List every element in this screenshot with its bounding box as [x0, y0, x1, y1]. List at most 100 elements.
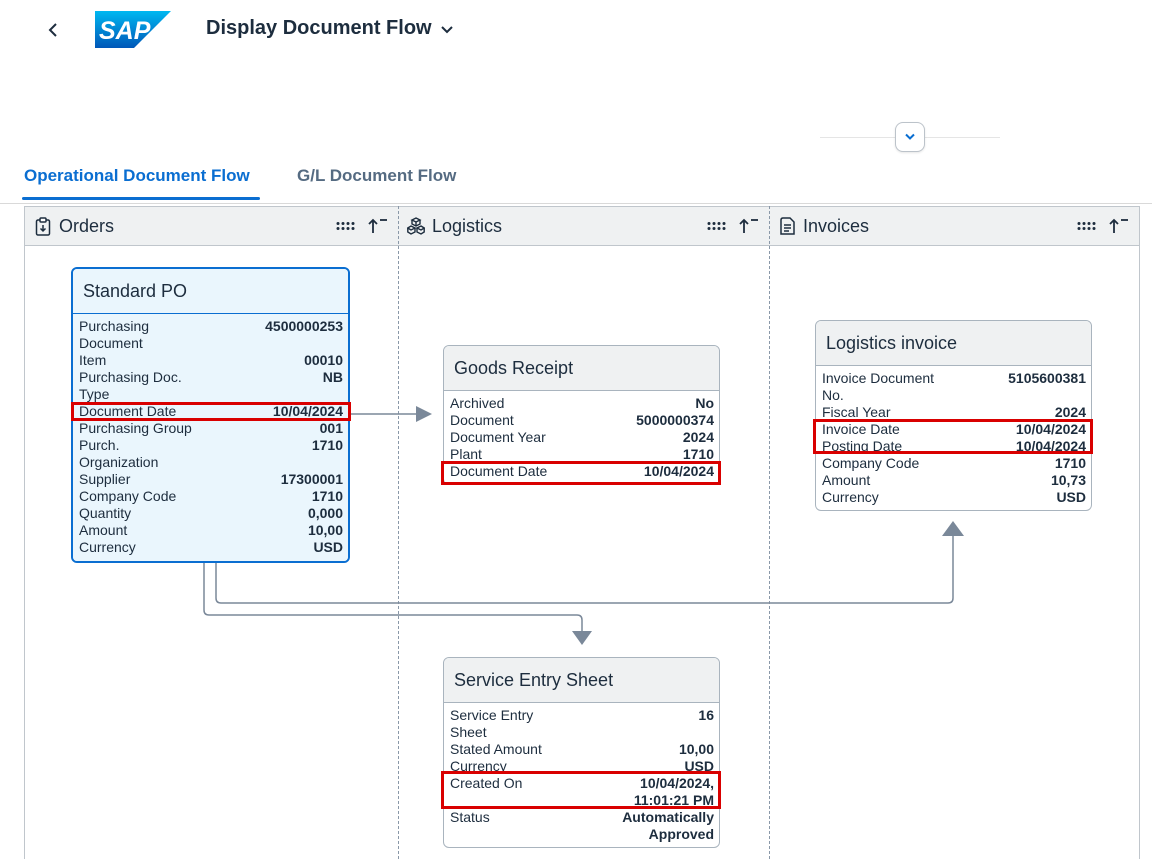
detail-label: Plant: [450, 446, 482, 462]
tab-bar-divider: [0, 203, 1152, 204]
detail-row: Purch. Organization 1710: [79, 437, 343, 471]
node-details: Archived No Document 5000000374 Document Y…: [444, 391, 719, 484]
detail-value: 17300001: [280, 471, 343, 487]
sort-ascending-icon[interactable]: [366, 217, 388, 235]
detail-label: Amount: [79, 522, 128, 538]
node-title: Standard PO: [73, 269, 348, 314]
lane-header-invoices: Invoices: [769, 206, 1139, 246]
node-goods-receipt[interactable]: Goods Receipt Archived No Document 5000000…: [443, 345, 720, 485]
detail-value: 10,00: [307, 522, 343, 538]
detail-row: Invoice Document No. 5105600381: [822, 370, 1086, 404]
detail-label: Purch. Organization: [79, 437, 159, 470]
detail-value: 10/04/2024: [272, 403, 343, 419]
detail-label: Quantity: [79, 505, 132, 521]
detail-value: USD: [684, 758, 714, 774]
detail-row: Service Entry Sheet 16: [450, 707, 714, 741]
detail-value: 10,73: [1050, 472, 1086, 488]
lane-title: Orders: [59, 215, 115, 236]
detail-label: Fiscal Year: [822, 404, 891, 420]
lane-header-logistics: Logistics: [398, 206, 769, 246]
lane-divider: [398, 206, 399, 859]
detail-row: Status Automatically Approved: [450, 809, 714, 843]
back-button[interactable]: [40, 17, 66, 43]
detail-label: Document: [450, 412, 514, 428]
detail-row: Amount 10,73: [822, 472, 1086, 489]
detail-row: Fiscal Year 2024: [822, 404, 1086, 421]
detail-label: Document Date: [79, 403, 177, 419]
detail-row: Stated Amount 10,00: [450, 741, 714, 758]
node-service-entry-sheet[interactable]: Service Entry Sheet Service Entry Sheet 1…: [443, 657, 720, 848]
detail-value: 00010: [304, 352, 343, 368]
lane-title: Logistics: [432, 215, 503, 236]
detail-row: Archived No: [450, 395, 714, 412]
lane-title: Invoices: [803, 215, 870, 236]
detail-row: Company Code 1710: [79, 488, 343, 505]
detail-value: 4500000253: [265, 318, 343, 334]
detail-row: Created On 10/04/2024, 11:01:21 PM: [450, 775, 714, 809]
detail-value: 1710: [311, 488, 343, 504]
detail-value: 2024: [1054, 404, 1086, 420]
grip-icon[interactable]: [1077, 221, 1097, 231]
detail-row: Document Year 2024: [450, 429, 714, 446]
detail-label: Invoice Date: [822, 421, 900, 437]
tab-operational-document-flow[interactable]: Operational Document Flow: [24, 166, 250, 186]
detail-row: Purchasing Document 4500000253: [79, 318, 343, 352]
detail-row: Supplier 17300001: [79, 471, 343, 488]
detail-value: USD: [313, 539, 343, 555]
detail-value: 10/04/2024: [643, 463, 714, 479]
detail-label: Currency: [79, 539, 136, 555]
node-details: Invoice Document No. 5105600381 Fiscal Ye…: [816, 366, 1091, 510]
detail-label: Currency: [450, 758, 507, 774]
expand-header-button[interactable]: [895, 122, 925, 152]
node-title: Logistics invoice: [816, 321, 1091, 366]
detail-label: Supplier: [79, 471, 131, 487]
detail-row: Invoice Date 10/04/2024: [822, 421, 1086, 438]
document-icon: [778, 216, 796, 236]
detail-row: Amount 10,00: [79, 522, 343, 539]
node-logistics-invoice[interactable]: Logistics invoice Invoice Document No. 51…: [815, 320, 1092, 511]
detail-label: Company Code: [79, 488, 177, 504]
tab-gl-document-flow[interactable]: G/L Document Flow: [297, 166, 456, 186]
detail-row: Company Code 1710: [822, 455, 1086, 472]
detail-label: Status: [450, 809, 490, 825]
detail-value: 10/04/2024: [1015, 421, 1086, 437]
detail-value: 0,000: [307, 505, 343, 521]
sort-ascending-icon[interactable]: [737, 217, 759, 235]
detail-value: 16: [698, 707, 714, 723]
grip-icon[interactable]: [336, 221, 356, 231]
node-standard-po[interactable]: Standard PO Purchasing Document 450000025…: [71, 267, 350, 563]
grip-icon[interactable]: [707, 221, 727, 231]
detail-value: 5000000374: [636, 412, 714, 428]
detail-row: Document 5000000374: [450, 412, 714, 429]
detail-value: 1710: [1054, 455, 1086, 471]
cubes-icon: [407, 216, 425, 236]
detail-label: Company Code: [822, 455, 920, 471]
detail-row: Currency USD: [79, 539, 343, 556]
detail-row: Item 00010: [79, 352, 343, 369]
app-shell: SAP Display Document Flow Operational Do…: [0, 0, 1152, 859]
clipboard-icon: [34, 216, 52, 236]
page-title: Display Document Flow: [206, 17, 432, 39]
detail-label: Posting Date: [822, 438, 903, 454]
detail-value: 1710: [311, 437, 343, 453]
detail-value: Automatically Approved: [622, 809, 714, 842]
detail-value: 10,00: [678, 741, 714, 757]
sort-ascending-icon[interactable]: [1107, 217, 1129, 235]
lane-divider: [769, 206, 770, 859]
detail-value: 1710: [682, 446, 714, 462]
detail-row: Document Date 10/04/2024: [450, 463, 714, 480]
detail-row: Quantity 0,000: [79, 505, 343, 522]
app-title-menu[interactable]: Display Document Flow: [206, 17, 454, 40]
detail-label: Invoice Document No.: [822, 370, 935, 403]
detail-row: Posting Date 10/04/2024: [822, 438, 1086, 455]
sap-logo[interactable]: SAP: [95, 11, 171, 48]
detail-label: Archived: [450, 395, 505, 411]
chevron-down-icon: [440, 25, 453, 33]
detail-label: Purchasing Doc. Type: [79, 369, 182, 402]
detail-label: Stated Amount: [450, 741, 542, 757]
detail-row: Plant 1710: [450, 446, 714, 463]
detail-label: Item: [79, 352, 107, 368]
detail-label: Purchasing Document: [79, 318, 150, 351]
node-details: Service Entry Sheet 16 Stated Amount 10,00…: [444, 703, 719, 847]
tab-selected-indicator: [22, 197, 260, 200]
